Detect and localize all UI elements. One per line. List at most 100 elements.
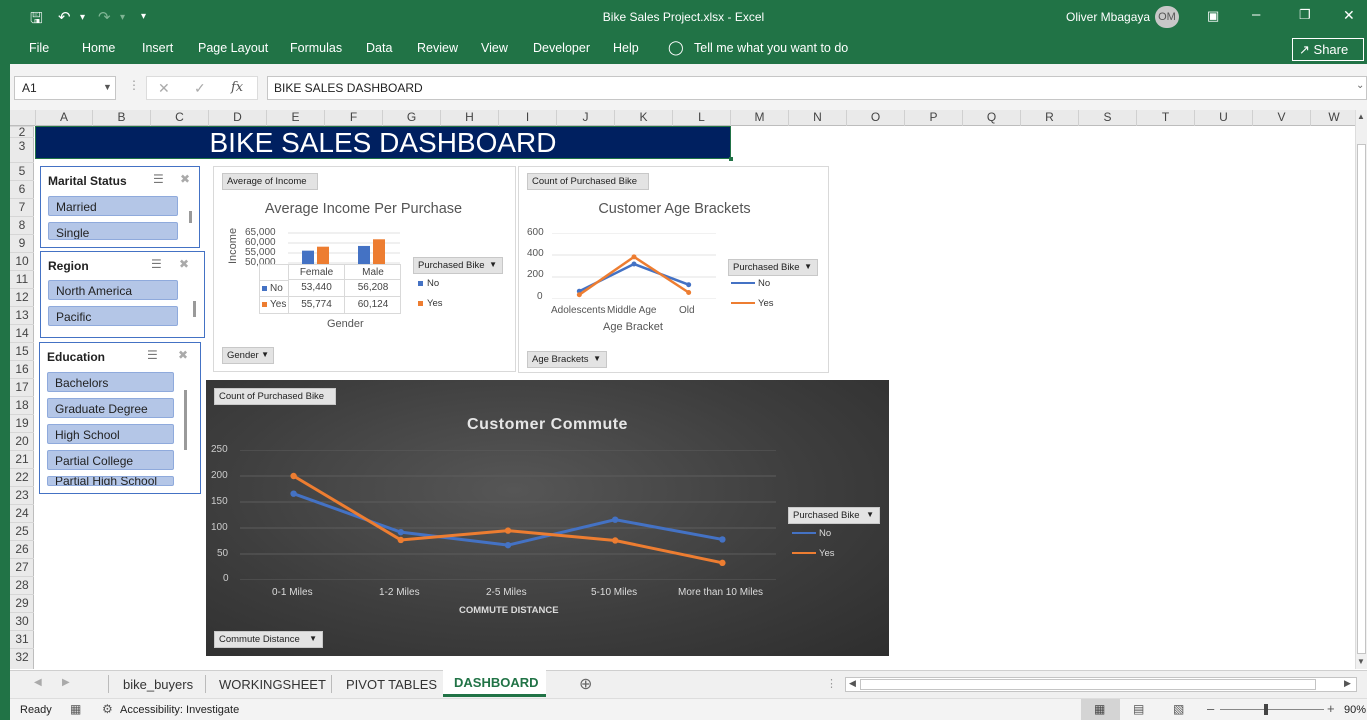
column-header[interactable]: V (1252, 110, 1310, 126)
row-header[interactable]: 24 (10, 504, 34, 522)
slicer-item-single[interactable]: Single (48, 222, 178, 240)
worksheet[interactable]: BIKE SALES DASHBOARD Marital Status ☰ ✖ … (35, 126, 1355, 669)
scroll-up-icon[interactable]: ▲ (1357, 112, 1365, 121)
prev-sheet-icon[interactable]: ◀ (34, 677, 42, 688)
page-break-view-icon[interactable]: ▧ (1173, 702, 1184, 716)
accessibility-status[interactable]: Accessibility: Investigate (120, 704, 239, 716)
zoom-slider-thumb[interactable] (1264, 704, 1268, 715)
slicer-item-partial-college[interactable]: Partial College (47, 450, 174, 470)
scroll-right-icon[interactable]: ▶ (1344, 678, 1351, 689)
row-header[interactable]: 5 (10, 162, 34, 180)
sheet-tab-workingsheet[interactable]: WORKINGSHEET (219, 677, 326, 692)
row-header[interactable]: 31 (10, 630, 34, 648)
chart-customer-commute[interactable]: Count of Purchased Bike Customer Commute… (206, 380, 889, 656)
vertical-scrollbar[interactable]: ▲ ▼ (1355, 110, 1367, 669)
user-name[interactable]: Oliver Mbagaya (1066, 10, 1150, 24)
row-header[interactable]: 15 (10, 342, 34, 360)
close-icon[interactable]: ✕ (1343, 7, 1355, 24)
row-header[interactable]: 25 (10, 522, 34, 540)
slicer-item-partial-high-school[interactable]: Partial High School (47, 476, 174, 486)
row-header[interactable]: 27 (10, 558, 34, 576)
horizontal-scrollbar[interactable]: ◀ ▶ (845, 677, 1357, 692)
tab-data[interactable]: Data (366, 41, 392, 55)
ribbon-display-icon[interactable]: ▣ (1207, 8, 1219, 24)
scroll-down-icon[interactable]: ▼ (1357, 657, 1365, 666)
column-header[interactable]: I (498, 110, 556, 126)
row-header[interactable]: 13 (10, 306, 34, 324)
row-header[interactable]: 19 (10, 414, 34, 432)
column-header[interactable]: M (730, 110, 788, 126)
row-header[interactable]: 18 (10, 396, 34, 414)
column-header[interactable]: H (440, 110, 498, 126)
row-header[interactable]: 12 (10, 288, 34, 306)
multi-select-icon[interactable]: ☰ (147, 348, 158, 362)
clear-filter-icon[interactable]: ✖ (180, 172, 190, 186)
column-header[interactable]: Q (962, 110, 1020, 126)
zoom-in-icon[interactable]: + (1327, 701, 1335, 716)
row-header[interactable]: 29 (10, 594, 34, 612)
slicer-item-graduate-degree[interactable]: Graduate Degree (47, 398, 174, 418)
row-header[interactable]: 10 (10, 252, 34, 270)
slicer-region[interactable]: Region ☰ ✖ North America Pacific (40, 251, 205, 338)
row-header[interactable]: 9 (10, 234, 34, 252)
legend-field-button[interactable]: Purchased Bike ▼ (788, 507, 880, 524)
scrollbar-thumb[interactable] (860, 679, 1316, 690)
slicer-scrollbar[interactable] (193, 301, 196, 317)
scrollbar-thumb[interactable] (1357, 144, 1366, 654)
name-box[interactable]: A1 ▼ (14, 76, 116, 100)
row-header[interactable]: 16 (10, 360, 34, 378)
sheet-tab-dashboard[interactable]: DASHBOARD (443, 670, 546, 697)
row-header[interactable]: 2 (10, 126, 34, 138)
share-button[interactable]: ↗ Share ▼ (1292, 38, 1364, 72)
column-header[interactable]: R (1020, 110, 1078, 126)
field-button-count-purchased[interactable]: Count of Purchased Bike (527, 173, 649, 190)
restore-icon[interactable]: ❐ (1299, 7, 1311, 23)
row-header[interactable]: 20 (10, 432, 34, 450)
slicer-item-bachelors[interactable]: Bachelors (47, 372, 174, 392)
row-header[interactable]: 6 (10, 180, 34, 198)
row-header[interactable]: 17 (10, 378, 34, 396)
axis-field-button[interactable]: Gender ▼ (222, 347, 274, 364)
column-header[interactable]: U (1194, 110, 1252, 126)
column-header[interactable]: W (1310, 110, 1357, 126)
dashboard-title-banner[interactable]: BIKE SALES DASHBOARD (35, 126, 731, 159)
field-button-average-income[interactable]: Average of Income (222, 173, 318, 190)
column-header[interactable]: B (92, 110, 150, 126)
row-header[interactable]: 30 (10, 612, 34, 630)
chart-customer-age-brackets[interactable]: Count of Purchased Bike Customer Age Bra… (518, 166, 829, 373)
row-header[interactable]: 3 (10, 137, 34, 155)
column-header[interactable]: L (672, 110, 730, 126)
clear-filter-icon[interactable]: ✖ (178, 348, 188, 362)
column-header[interactable]: G (382, 110, 440, 126)
tab-page-layout[interactable]: Page Layout (198, 41, 268, 55)
column-header[interactable]: C (150, 110, 208, 126)
insert-function-icon[interactable]: fx (231, 80, 243, 95)
slicer-item-pacific[interactable]: Pacific (48, 306, 178, 326)
normal-view-button[interactable]: ▦ (1081, 699, 1120, 720)
column-header[interactable]: F (324, 110, 382, 126)
row-header[interactable]: 21 (10, 450, 34, 468)
row-header[interactable]: 8 (10, 216, 34, 234)
column-header[interactable]: K (614, 110, 672, 126)
select-all-button[interactable] (10, 110, 35, 126)
slicer-marital-status[interactable]: Marital Status ☰ ✖ Married Single (40, 166, 200, 248)
sheet-tab-bike-buyers[interactable]: bike_buyers (123, 677, 193, 692)
multi-select-icon[interactable]: ☰ (153, 172, 164, 186)
multi-select-icon[interactable]: ☰ (151, 257, 162, 271)
legend-field-button[interactable]: Purchased Bike ▼ (728, 259, 818, 276)
slicer-scrollbar[interactable] (189, 211, 192, 223)
scroll-left-icon[interactable]: ◀ (849, 678, 856, 689)
tab-insert[interactable]: Insert (142, 41, 173, 55)
zoom-out-icon[interactable]: – (1207, 701, 1214, 716)
row-header[interactable]: 14 (10, 324, 34, 342)
tab-formulas[interactable]: Formulas (290, 41, 342, 55)
add-sheet-icon[interactable]: ⊕ (579, 674, 592, 694)
chart-average-income[interactable]: Average of Income Average Income Per Pur… (213, 166, 516, 372)
zoom-slider-track[interactable] (1220, 709, 1324, 710)
column-header[interactable]: N (788, 110, 846, 126)
axis-field-button[interactable]: Age Brackets ▼ (527, 351, 607, 368)
next-sheet-icon[interactable]: ▶ (62, 677, 70, 688)
tab-developer[interactable]: Developer (533, 41, 590, 55)
slicer-item-married[interactable]: Married (48, 196, 178, 216)
tab-home[interactable]: Home (82, 41, 115, 55)
